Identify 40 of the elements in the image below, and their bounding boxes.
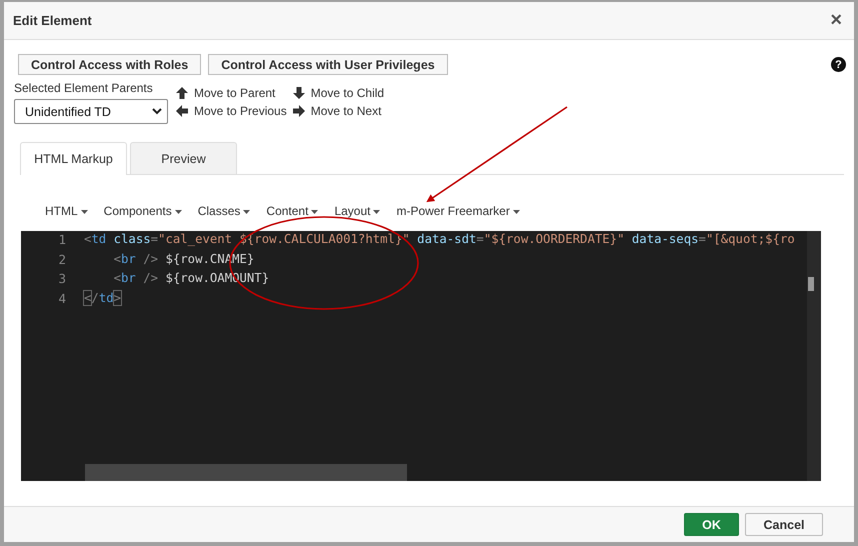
menu-item[interactable]: Content [266, 201, 318, 221]
scroll-thumb[interactable] [808, 277, 814, 291]
line-number: 3 [57, 271, 66, 288]
nav-link[interactable]: Move to Parent [194, 86, 276, 100]
window-title: Edit Element [13, 13, 92, 28]
chevron-icon [152, 108, 162, 115]
scrollbar[interactable] [807, 231, 821, 481]
line-number: 2 [57, 252, 66, 268]
cancel-button[interactable]: Cancel [745, 513, 823, 536]
help-button[interactable]: ? [831, 57, 846, 72]
menu-item[interactable]: Components [104, 201, 182, 221]
tab[interactable]: HTML Markup [20, 142, 127, 175]
access-button[interactable]: Control Access with Roles [18, 54, 202, 75]
menu-item[interactable]: m-Power Freemarker [396, 201, 520, 221]
arrow-right-icon [292, 105, 305, 117]
caret-icon [373, 210, 380, 214]
nav-link[interactable]: Move to Next [310, 104, 382, 118]
nav-link[interactable]: Move to Child [310, 86, 384, 100]
menu-item[interactable]: HTML [45, 201, 88, 221]
menu-item[interactable]: Classes [198, 201, 250, 221]
line-number: 1 [57, 232, 66, 249]
ok-button[interactable]: OK [684, 513, 739, 536]
line-number: 4 [57, 290, 66, 308]
code-line: </td> [84, 290, 122, 306]
arrow-down-icon [292, 87, 305, 99]
caret-icon [512, 210, 520, 214]
scroll-thumb[interactable] [85, 464, 407, 481]
field-label: Selected Element Parents [14, 81, 154, 95]
arrow-left-icon [176, 105, 188, 117]
caret-icon [243, 210, 250, 214]
access-button[interactable]: Control Access with User Privileges [208, 54, 448, 75]
arrow-up-icon [176, 87, 188, 99]
parents-dropdown[interactable]: Unidentified TD [14, 99, 168, 124]
menu-item[interactable]: Layout [334, 201, 380, 221]
close-button[interactable]: × [830, 9, 842, 32]
caret-icon [311, 210, 318, 214]
nav-link[interactable]: Move to Previous [194, 104, 287, 118]
caret-icon [80, 210, 88, 214]
tab[interactable]: Preview [130, 142, 237, 174]
caret-icon [174, 210, 182, 214]
